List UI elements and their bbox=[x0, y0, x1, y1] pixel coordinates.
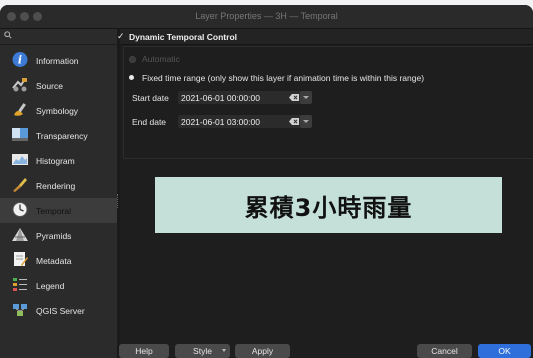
sidebar-item-temporal[interactable]: Temporal bbox=[0, 198, 117, 223]
symbology-icon bbox=[14, 103, 26, 116]
source-icon bbox=[12, 78, 27, 92]
dialog-button-bar: Help Style Apply Cancel OK bbox=[117, 344, 533, 358]
end-date-dropdown-button[interactable] bbox=[300, 115, 312, 128]
rendering-icon bbox=[13, 178, 27, 192]
sidebar-item-label: Transparency bbox=[36, 131, 88, 141]
sidebar: i Information Source Symbology Transpare… bbox=[0, 29, 117, 358]
end-date-value: 2021-06-01 03:00:00 bbox=[181, 117, 260, 127]
start-date-value: 2021-06-01 00:00:00 bbox=[181, 93, 260, 103]
automatic-radio[interactable] bbox=[129, 56, 136, 63]
sidebar-item-label: Temporal bbox=[36, 206, 71, 216]
chevron-down-icon bbox=[303, 96, 309, 99]
end-date-input[interactable]: 2021-06-01 03:00:00 bbox=[178, 115, 306, 128]
legend-icon bbox=[13, 278, 27, 291]
title-bar: Layer Properties — 3H — Temporal bbox=[0, 5, 533, 29]
start-date-label: Start date bbox=[132, 93, 169, 103]
temporal-clock-icon bbox=[12, 202, 28, 217]
sidebar-item-label: Metadata bbox=[36, 256, 72, 266]
sidebar-item-label: Information bbox=[36, 56, 79, 66]
clear-icon[interactable] bbox=[289, 118, 299, 125]
sidebar-item-source[interactable]: Source bbox=[0, 73, 117, 98]
sidebar-item-histogram[interactable]: Histogram bbox=[0, 148, 117, 173]
dynamic-temporal-control-toggle[interactable]: ✓ Dynamic Temporal Control bbox=[117, 29, 533, 45]
sidebar-item-label: QGIS Server bbox=[36, 306, 85, 316]
metadata-icon bbox=[14, 252, 28, 266]
sidebar-item-transparency[interactable]: Transparency bbox=[0, 123, 117, 148]
histogram-icon bbox=[12, 154, 28, 165]
sidebar-item-pyramids[interactable]: Pyramids bbox=[0, 223, 117, 248]
rainfall-caption-overlay: 累積3小時雨量 bbox=[155, 177, 502, 233]
sidebar-item-rendering[interactable]: Rendering bbox=[0, 173, 117, 198]
search-icon bbox=[4, 31, 12, 39]
help-button[interactable]: Help bbox=[119, 344, 169, 358]
ok-button[interactable]: OK bbox=[478, 344, 531, 358]
information-icon: i bbox=[12, 52, 28, 67]
section-title: Dynamic Temporal Control bbox=[129, 32, 237, 42]
style-button-label: Style bbox=[193, 346, 212, 356]
fixed-time-range-label: Fixed time range (only show this layer i… bbox=[142, 73, 425, 83]
chevron-down-icon bbox=[222, 349, 226, 352]
sidebar-item-label: Rendering bbox=[36, 181, 76, 191]
apply-button[interactable]: Apply bbox=[235, 344, 290, 358]
rainfall-caption: 累積3小時雨量 bbox=[244, 193, 413, 222]
sidebar-item-label: Symbology bbox=[36, 106, 79, 116]
sidebar-search-input[interactable] bbox=[0, 29, 117, 45]
transparency-icon bbox=[12, 128, 28, 141]
sidebar-nav: i Information Source Symbology Transpare… bbox=[0, 48, 117, 323]
sidebar-item-legend[interactable]: Legend bbox=[0, 273, 117, 298]
svg-text:i: i bbox=[18, 54, 22, 67]
fixed-time-range-radio[interactable] bbox=[129, 75, 134, 80]
sidebar-item-label: Source bbox=[36, 81, 63, 91]
sidebar-item-label: Legend bbox=[36, 281, 65, 291]
cancel-button[interactable]: Cancel bbox=[417, 344, 472, 358]
start-date-input[interactable]: 2021-06-01 00:00:00 bbox=[178, 91, 306, 104]
sidebar-item-metadata[interactable]: Metadata bbox=[0, 248, 117, 273]
style-button[interactable]: Style bbox=[175, 344, 230, 358]
chevron-down-icon bbox=[303, 120, 309, 123]
clear-icon[interactable] bbox=[289, 94, 299, 101]
automatic-label: Automatic bbox=[142, 54, 180, 64]
end-date-label: End date bbox=[132, 117, 167, 127]
sidebar-item-symbology[interactable]: Symbology bbox=[0, 98, 117, 123]
checkmark-icon: ✓ bbox=[117, 31, 125, 41]
sidebar-item-label: Pyramids bbox=[36, 231, 72, 241]
sidebar-item-information[interactable]: i Information bbox=[0, 48, 117, 73]
window-title: Layer Properties — 3H — Temporal bbox=[195, 11, 338, 21]
pyramids-icon bbox=[12, 228, 28, 241]
start-date-dropdown-button[interactable] bbox=[300, 91, 312, 104]
sidebar-item-qgis-server[interactable]: QGIS Server bbox=[0, 298, 117, 323]
sidebar-item-label: Histogram bbox=[36, 156, 75, 166]
qgis-server-icon bbox=[13, 304, 27, 316]
temporal-options-group: Automatic Fixed time range (only show th… bbox=[123, 46, 533, 159]
